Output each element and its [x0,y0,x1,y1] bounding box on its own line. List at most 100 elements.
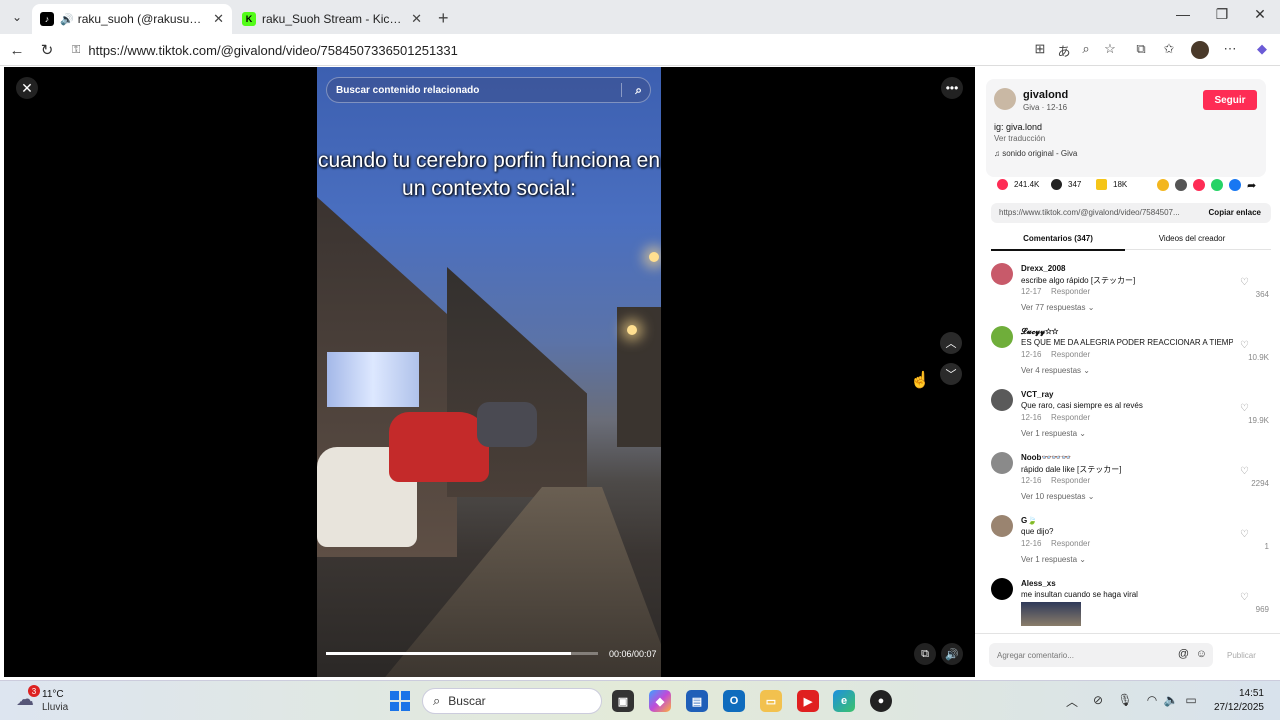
commenter-username[interactable]: G🍃 [1021,516,1037,525]
coin-share-icon[interactable] [1157,179,1169,191]
next-video-icon[interactable]: ﹀ [940,363,962,385]
show-hidden-icons-icon[interactable]: ︿ [1064,693,1080,710]
commenter-username[interactable]: Noob👓👓👓 [1021,453,1071,462]
mention-icon[interactable]: @ [1178,648,1189,660]
close-tab-icon[interactable]: ✕ [213,11,224,27]
favorite-star-icon[interactable]: ☆ [1101,41,1119,57]
comment-like-icon[interactable]: ♡ [1240,340,1249,351]
see-translation-link[interactable]: Ver traducción [994,134,1045,143]
reply-button[interactable]: Responder [1051,476,1090,485]
meet-now-icon[interactable]: ⊘ [1090,693,1106,707]
close-window-icon[interactable]: ✕ [1245,6,1275,23]
weather-widget[interactable]: ☁ 3 11°C Lluvia [16,685,86,715]
volume-icon[interactable]: 🔊 [941,643,963,665]
store-icon[interactable]: ▤ [686,690,708,712]
follow-button[interactable]: Seguir [1203,90,1257,110]
like-stat[interactable]: 241.4K [997,179,1039,190]
comment-like-icon[interactable]: ♡ [1240,277,1249,288]
tab-creator-videos[interactable]: Videos del creador [1125,234,1259,243]
reply-button[interactable]: Responder [1051,413,1090,422]
commenter-avatar[interactable] [991,326,1013,348]
video-search-input[interactable]: Buscar contenido relacionado ⌕ [326,77,651,103]
youtube-icon[interactable]: ▶ [797,690,819,712]
obs-icon[interactable]: ● [870,690,892,712]
taskbar-search[interactable]: ⌕ Buscar [422,688,602,714]
copilot-icon[interactable]: ◆ [1253,41,1271,57]
site-info-icon[interactable]: ⚿ [72,44,80,57]
audio-playing-icon[interactable]: 🔊 [60,13,74,26]
view-replies-link[interactable]: Ver 1 respuesta ⌄ [1021,429,1086,438]
commenter-avatar[interactable] [991,389,1013,411]
start-windows-icon[interactable] [390,691,410,711]
whatsapp-icon[interactable] [1211,179,1223,191]
commenter-username[interactable]: Aless_xs [1021,579,1056,588]
reply-button[interactable]: Responder [1051,350,1090,359]
translate-icon[interactable]: あ [1055,41,1073,60]
publish-button[interactable]: Publicar [1227,651,1256,660]
view-replies-link[interactable]: Ver 1 respuesta ⌄ [1021,555,1086,564]
creator-username[interactable]: givalond [1023,89,1068,101]
comment-image[interactable] [1021,602,1081,626]
previous-video-icon[interactable]: ︿ [940,332,962,354]
copilot-taskbar-icon[interactable]: ◆ [649,690,671,712]
comment-like-icon[interactable]: ♡ [1240,529,1249,540]
address-bar[interactable]: ⚿ https://www.tiktok.com/@givalond/video… [64,37,1124,63]
share-arrow-icon[interactable]: ➦ [1247,179,1259,192]
comment-like-icon[interactable]: ♡ [1240,466,1249,477]
reply-button[interactable]: Responder [1051,287,1090,296]
search-icon[interactable]: ⌕ [635,83,642,98]
maximize-icon[interactable]: ❐ [1207,6,1237,23]
tab-tiktok[interactable]: ♪ 🔊 raku_suoh (@rakusuohh) | TikTok ✕ [32,4,232,34]
commenter-username[interactable]: Drexx_2008 [1021,264,1065,273]
extensions-icon[interactable]: ⧉ [1132,41,1150,57]
embed-icon[interactable] [1175,179,1187,191]
microphone-icon[interactable]: 🎙 [1117,693,1133,707]
view-replies-link[interactable]: Ver 10 respuestas ⌄ [1021,492,1094,501]
commenter-avatar[interactable] [991,452,1013,474]
tab-actions-menu-icon[interactable]: ⌄ [6,6,28,28]
comment-like-icon[interactable]: ♡ [1240,403,1249,414]
zoom-icon[interactable]: ⌕ [1077,41,1095,57]
edge-icon[interactable]: e [833,690,855,712]
reload-icon[interactable]: ↻ [37,40,57,60]
close-video-icon[interactable]: ✕ [16,77,38,99]
comment-stat[interactable]: 347 [1051,179,1081,190]
new-tab-icon[interactable]: + [438,8,449,29]
settings-more-icon[interactable]: ⋯ [1221,41,1239,57]
creator-avatar[interactable] [994,88,1016,110]
battery-icon[interactable]: ▭ [1183,693,1199,707]
minimize-icon[interactable]: — [1168,6,1198,22]
pip-icon[interactable]: ⧉ [914,643,936,665]
sound-link[interactable]: ♫ sonido original - Giva [994,149,1077,158]
system-clock[interactable]: 14:51 27/12/2025 [1212,687,1264,715]
back-icon[interactable]: ← [7,40,27,60]
comment-like-icon[interactable]: ♡ [1240,592,1249,603]
save-stat[interactable]: 18K [1096,179,1127,190]
comment-input[interactable]: Agregar comentario... @ ☺ [989,643,1213,667]
app-available-icon[interactable]: ⊞ [1031,41,1049,57]
commenter-avatar[interactable] [991,263,1013,285]
favorites-icon[interactable]: ✩ [1160,41,1178,57]
send-icon[interactable] [1193,179,1205,191]
emoji-icon[interactable]: ☺ [1196,648,1207,660]
video-player[interactable]: Buscar contenido relacionado ⌕ cuando tu… [317,67,661,677]
commenter-username[interactable]: 𝓛𝓾𝓬𝔂𝔂☆☆ [1021,327,1058,337]
wifi-icon[interactable]: ◠ [1144,693,1160,707]
view-replies-link[interactable]: Ver 4 respuestas ⌄ [1021,366,1090,375]
view-replies-link[interactable]: Ver 77 respuestas ⌄ [1021,303,1094,312]
reply-button[interactable]: Responder [1051,539,1090,548]
task-view-icon[interactable]: ▣ [612,690,634,712]
copy-link-button[interactable]: Copiar enlace [1209,208,1261,217]
more-options-icon[interactable]: ••• [941,77,963,99]
video-progress-bar[interactable] [326,652,598,655]
facebook-icon[interactable] [1229,179,1241,191]
close-tab-icon[interactable]: ✕ [411,11,422,27]
commenter-username[interactable]: VCT_ray [1021,390,1053,399]
tab-comments[interactable]: Comentarios (347) [991,234,1125,251]
commenter-avatar[interactable] [991,515,1013,537]
tab-kick[interactable]: K raku_Suoh Stream - Kick Dashboard ✕ [234,4,430,34]
outlook-icon[interactable]: O [723,690,745,712]
file-explorer-icon[interactable]: ▭ [760,690,782,712]
profile-avatar[interactable] [1191,41,1209,59]
commenter-avatar[interactable] [991,578,1013,600]
